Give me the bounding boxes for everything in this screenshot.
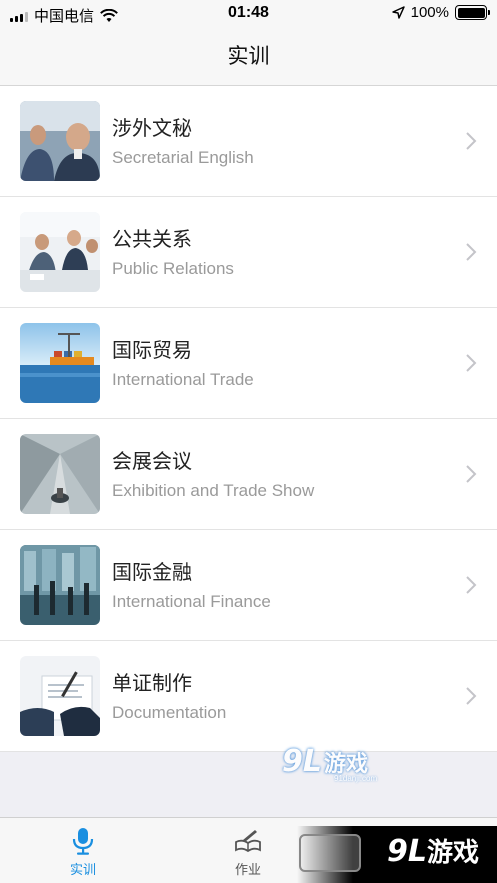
course-subtitle: Documentation — [112, 703, 227, 722]
watermark-corner-number: 9L — [386, 834, 427, 869]
watermark-number: 9L — [282, 744, 322, 779]
list-item-public-relations[interactable]: 公共关系 Public Relations — [0, 197, 497, 308]
course-title: 单证制作 — [112, 671, 192, 695]
chevron-right-icon — [466, 465, 477, 483]
watermark-ghost-shape — [299, 834, 361, 872]
course-subtitle: Public Relations — [112, 259, 234, 278]
course-subtitle: Exhibition and Trade Show — [112, 481, 315, 500]
list-item-exhibition-trade-show[interactable]: 会展会议 Exhibition and Trade Show — [0, 419, 497, 530]
course-title: 公共关系 — [112, 227, 192, 251]
watermark-corner: 9L游戏 — [297, 826, 497, 883]
watermark-corner-logo: 9L游戏 — [387, 832, 479, 869]
course-subtitle: International Finance — [112, 592, 271, 611]
course-thumbnail — [20, 434, 100, 514]
course-thumbnail — [20, 101, 100, 181]
nav-title: 实训 — [0, 30, 497, 86]
battery-icon — [455, 5, 490, 20]
book-pen-icon — [235, 830, 261, 853]
course-subtitle: Secretarial English — [112, 148, 254, 167]
status-bar: 中国电信 01:48 100% — [0, 0, 497, 30]
tab-training[interactable]: 实训 — [33, 818, 133, 883]
watermark-corner-text: 游戏 — [426, 838, 479, 868]
tab-label: 作业 — [234, 863, 261, 878]
tab-label: 实训 — [69, 863, 96, 878]
list-item-documentation[interactable]: 单证制作 Documentation — [0, 641, 497, 752]
location-arrow-icon — [391, 6, 405, 19]
status-right: 100% — [391, 4, 490, 21]
battery-percent: 100% — [410, 4, 449, 21]
microphone-icon — [72, 828, 94, 855]
list-item-international-trade[interactable]: 国际贸易 International Trade — [0, 308, 497, 419]
tab-homework[interactable]: 作业 — [198, 818, 298, 883]
chevron-right-icon — [466, 243, 477, 261]
course-title: 国际贸易 — [112, 338, 192, 362]
chevron-right-icon — [466, 132, 477, 150]
chevron-right-icon — [466, 354, 477, 372]
course-list: 涉外文秘 Secretarial English 公共关系 Public Rel… — [0, 86, 497, 752]
course-thumbnail — [20, 545, 100, 625]
watermark-url: 91danji.com — [334, 774, 378, 783]
watermark-text: 游戏 — [324, 751, 369, 777]
course-thumbnail — [20, 212, 100, 292]
watermark-middle: 9L 游戏 91danji.com — [282, 744, 377, 783]
course-thumbnail — [20, 656, 100, 736]
course-subtitle: International Trade — [112, 370, 254, 389]
list-item-international-finance[interactable]: 国际金融 International Finance — [0, 530, 497, 641]
course-title: 涉外文秘 — [112, 116, 192, 140]
course-title: 国际金融 — [112, 560, 192, 584]
chevron-right-icon — [466, 576, 477, 594]
chevron-right-icon — [466, 687, 477, 705]
course-thumbnail — [20, 323, 100, 403]
list-item-secretarial-english[interactable]: 涉外文秘 Secretarial English — [0, 86, 497, 197]
course-title: 会展会议 — [112, 449, 192, 473]
